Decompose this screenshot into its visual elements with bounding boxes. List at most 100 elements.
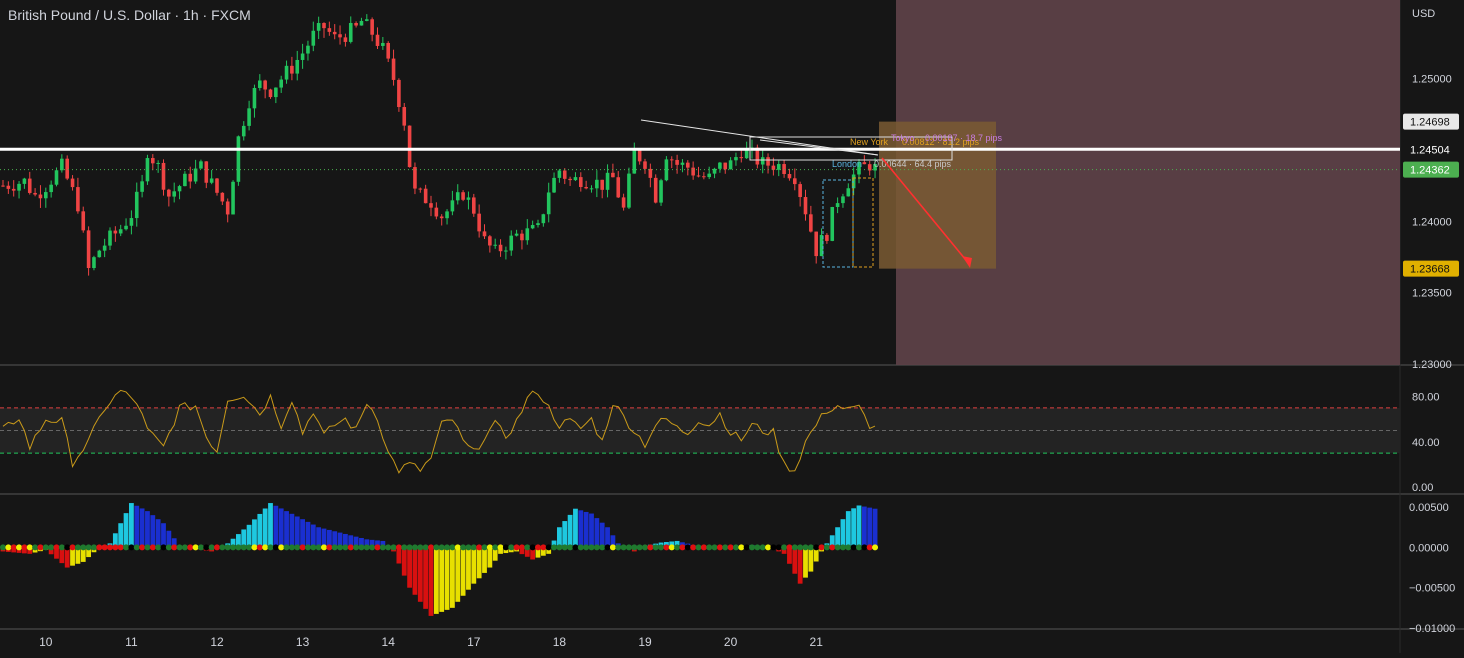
- candle-body: [284, 65, 289, 80]
- osc-signal-dot: [5, 544, 12, 551]
- candle-body: [835, 203, 840, 208]
- candle-body: [27, 178, 32, 193]
- candle-body: [782, 164, 786, 175]
- osc-signal-dot: [90, 544, 97, 551]
- osc-bar: [578, 510, 584, 548]
- time-tick-label: 20: [724, 635, 738, 649]
- osc-bar: [476, 547, 482, 579]
- candle-body: [734, 157, 738, 161]
- candle-body: [258, 80, 262, 88]
- candle-body: [798, 184, 802, 198]
- osc-signal-dot: [358, 544, 365, 551]
- candle-body: [134, 191, 139, 219]
- osc-bar: [867, 507, 873, 548]
- candle-body: [263, 80, 267, 90]
- candle-body: [825, 234, 829, 241]
- osc-signal-dot: [759, 544, 766, 551]
- osc-bar: [851, 508, 857, 548]
- candle-body: [49, 184, 53, 193]
- osc-signal-dot: [727, 544, 734, 551]
- osc-bar: [252, 519, 257, 548]
- candle-body: [300, 53, 305, 60]
- osc-signal-dot: [144, 544, 151, 551]
- candle-body: [65, 158, 69, 179]
- candle-body: [696, 175, 701, 177]
- candle-body: [241, 125, 246, 137]
- time-tick-label: 14: [382, 635, 396, 649]
- osc-signal-dot: [321, 544, 327, 551]
- candle-body: [712, 168, 717, 174]
- osc-signal-dot: [829, 544, 836, 551]
- osc-bar: [284, 511, 289, 548]
- osc-signal-dot: [797, 544, 804, 551]
- osc-bar: [257, 513, 263, 548]
- candle-body: [151, 158, 155, 164]
- osc-signal-dot: [433, 544, 440, 551]
- osc-bar: [412, 547, 418, 595]
- osc-signal-dot: [449, 544, 456, 551]
- osc-bar: [129, 503, 134, 548]
- candle-body: [557, 170, 562, 178]
- time-tick-label: 21: [810, 635, 824, 649]
- osc-signal-dot: [197, 544, 204, 551]
- osc-bar: [150, 515, 156, 548]
- candle-body: [418, 188, 423, 190]
- candle-body: [332, 31, 337, 35]
- candle-body: [466, 197, 471, 200]
- osc-signal-dot: [465, 544, 472, 551]
- osc-signal-dot: [872, 544, 879, 551]
- candle-body: [365, 19, 369, 21]
- osc-signal-dot: [181, 544, 188, 551]
- candle-body: [450, 200, 455, 212]
- osc-signal-dot: [444, 544, 451, 551]
- candle-body: [803, 197, 808, 215]
- candle-body: [295, 59, 300, 74]
- osc-signal-dot: [187, 544, 194, 551]
- candle-body: [22, 178, 27, 184]
- osc-signal-dot: [791, 544, 798, 551]
- osc-signal-dot: [304, 544, 311, 551]
- candle-body: [686, 162, 690, 168]
- candle-body: [183, 173, 187, 187]
- candle-body: [188, 173, 193, 182]
- candle-body: [172, 191, 176, 197]
- osc-signal-dot: [251, 544, 258, 551]
- candle-body: [33, 192, 37, 195]
- osc-bar: [428, 547, 434, 616]
- candle-body: [375, 34, 380, 46]
- osc-signal-dot: [347, 544, 354, 551]
- osc-bar: [118, 523, 124, 548]
- candle-body: [38, 194, 43, 199]
- osc-signal-dot: [379, 544, 386, 551]
- osc-signal-dot: [101, 544, 108, 551]
- osc-signal-dot: [535, 544, 541, 551]
- osc-signal-dot: [299, 544, 306, 551]
- time-tick-label: 11: [125, 635, 138, 649]
- osc-bar: [605, 527, 610, 548]
- candle-body: [600, 179, 604, 190]
- osc-signal-dot: [133, 544, 140, 551]
- candle-body: [70, 178, 75, 188]
- osc-signal-dot: [754, 544, 761, 551]
- candle-body: [113, 230, 118, 234]
- osc-signal-dot: [690, 544, 697, 551]
- osc-signal-dot: [53, 544, 60, 551]
- osc-signal-dot: [401, 544, 408, 551]
- osc-signal-dot: [625, 544, 632, 551]
- candle-body: [520, 233, 524, 241]
- osc-bar: [278, 508, 284, 548]
- osc-signal-dot: [609, 544, 616, 551]
- time-tick-label: 10: [39, 635, 53, 649]
- osc-signal-dot: [117, 544, 124, 551]
- chart-canvas: New York 0.00812 · 81.2 pipsTokyo 0.00187 …: [0, 0, 1464, 653]
- osc-signal-dot: [850, 544, 857, 551]
- candle-body: [659, 180, 663, 203]
- candle-body: [493, 244, 497, 246]
- candle-body: [124, 225, 128, 230]
- osc-signal-dot: [567, 544, 574, 551]
- osc-signal-dot: [149, 544, 156, 551]
- osc-signal-dot: [37, 544, 44, 551]
- candle-body: [54, 170, 59, 185]
- candle-body: [327, 28, 332, 32]
- candle-body: [316, 23, 321, 31]
